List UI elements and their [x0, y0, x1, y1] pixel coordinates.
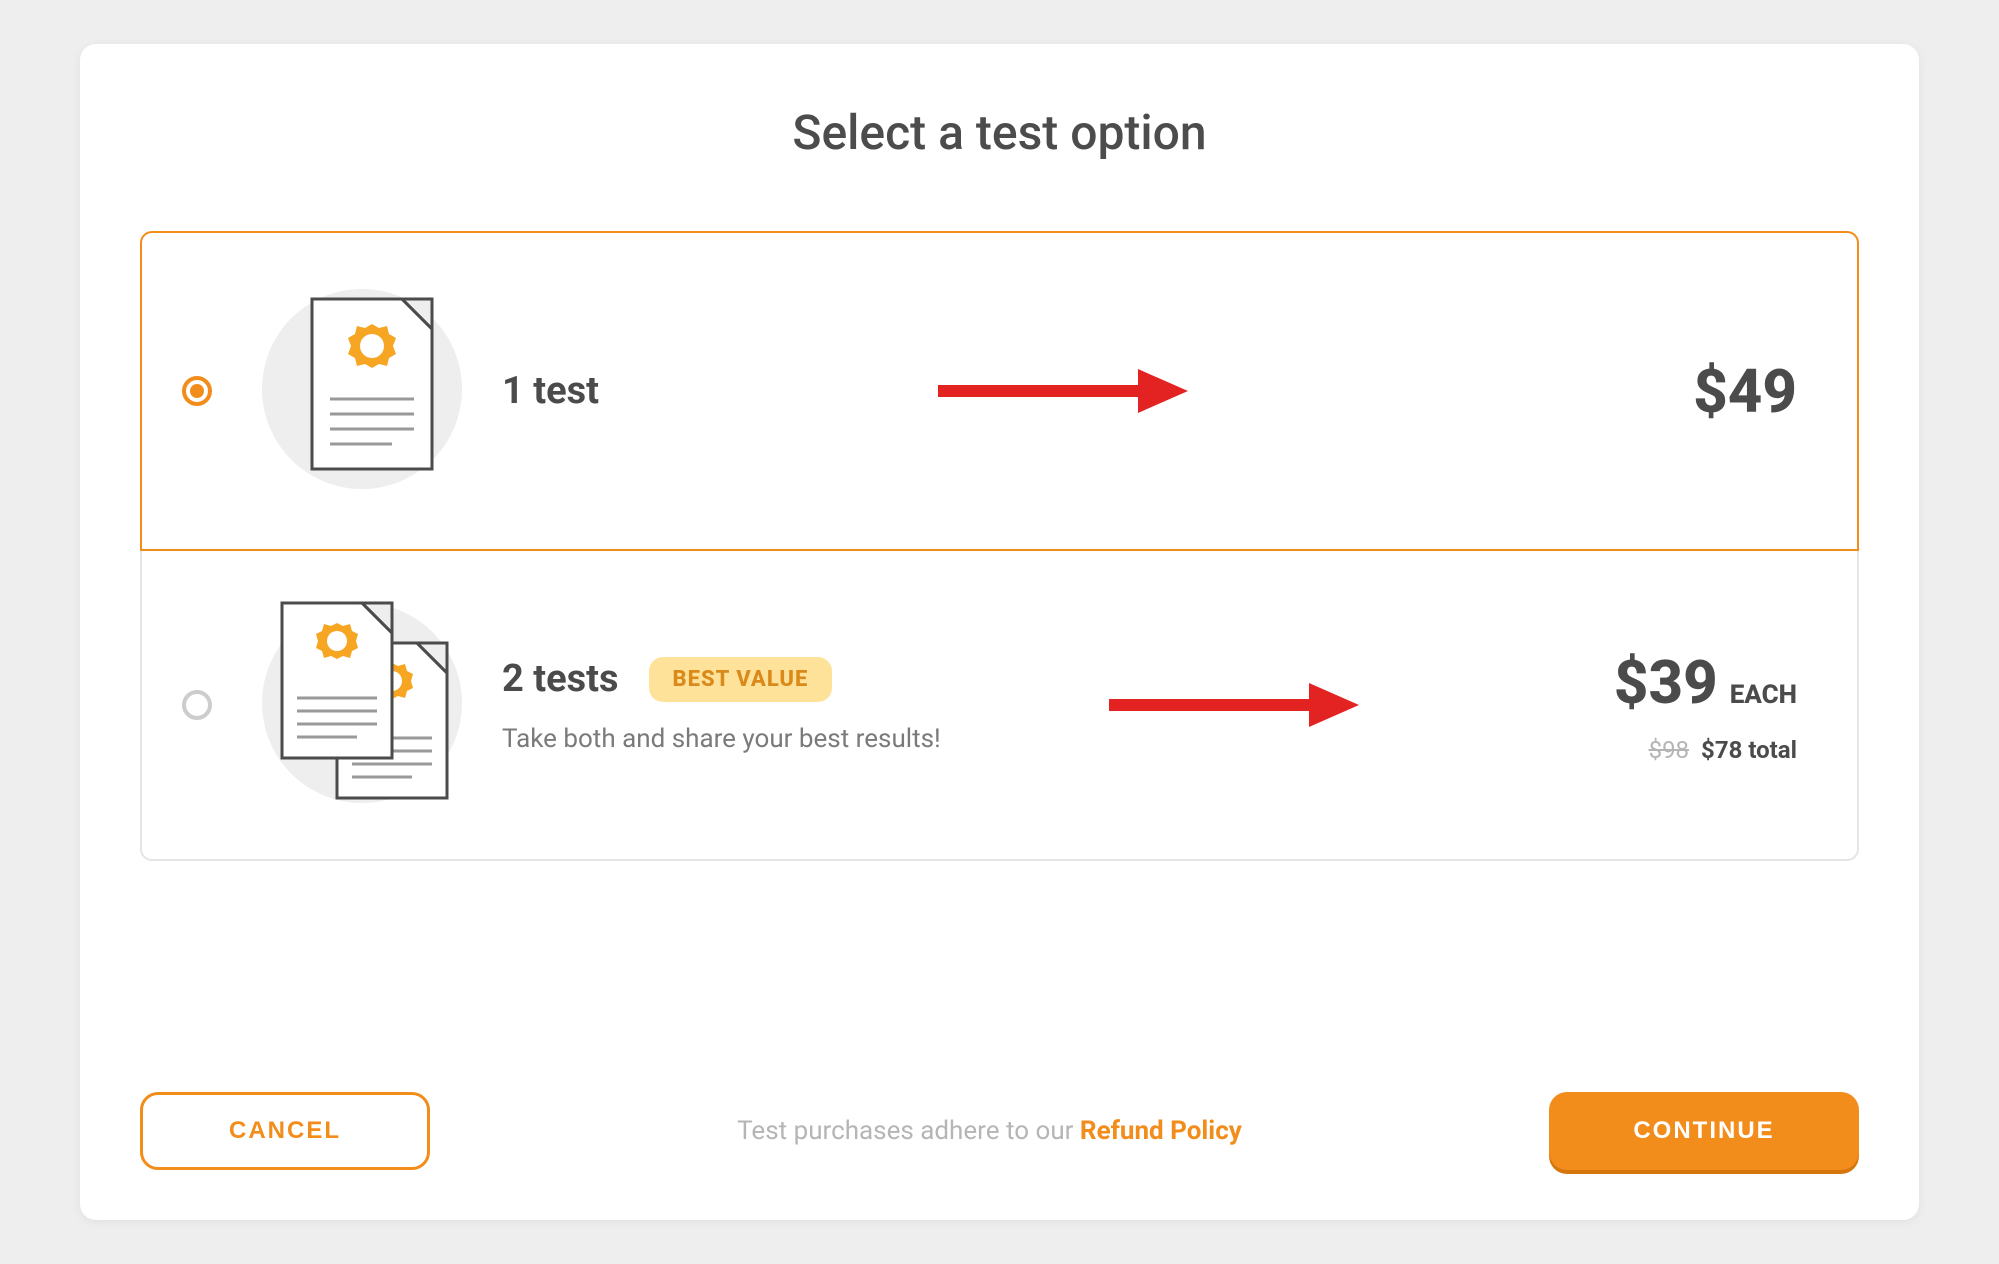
- option-2-label: 2 tests: [502, 657, 619, 701]
- radio-option-1[interactable]: [182, 376, 212, 406]
- cancel-button[interactable]: CANCEL: [140, 1092, 430, 1170]
- option-2-pricing: $39 EACH $98 $78 total: [1517, 647, 1797, 764]
- annotation-arrow-2: [941, 675, 1517, 735]
- certificate-single-icon: [252, 269, 472, 513]
- option-2-tests[interactable]: 2 tests BEST VALUE Take both and share y…: [140, 551, 1859, 861]
- refund-policy-link[interactable]: Refund Policy: [1080, 1116, 1242, 1146]
- option-1-price: $49: [1693, 356, 1797, 427]
- option-2-strike-price: $98: [1649, 736, 1689, 764]
- modal-card: Select a test option: [80, 44, 1919, 1220]
- certificate-double-icon: [252, 583, 472, 827]
- option-2-info: 2 tests BEST VALUE Take both and share y…: [502, 657, 941, 754]
- radio-option-2[interactable]: [182, 690, 212, 720]
- option-1-test[interactable]: 1 test $49: [140, 231, 1859, 551]
- option-2-price-suffix: EACH: [1730, 680, 1797, 710]
- option-2-price: $39: [1614, 647, 1718, 718]
- page-title: Select a test option: [140, 104, 1859, 161]
- option-2-price-sub: $98 $78 total: [1517, 736, 1797, 764]
- option-1-pricing: $49: [1517, 356, 1797, 427]
- option-2-total-price: $78 total: [1701, 736, 1797, 764]
- policy-prefix: Test purchases adhere to our: [737, 1116, 1080, 1146]
- continue-button[interactable]: CONTINUE: [1549, 1092, 1859, 1170]
- best-value-badge: BEST VALUE: [649, 657, 833, 702]
- option-1-label: 1 test: [502, 369, 599, 413]
- option-1-info: 1 test: [502, 369, 599, 413]
- options-container: 1 test $49: [140, 231, 1859, 1042]
- option-2-subtitle: Take both and share your best results!: [502, 724, 941, 754]
- footer: CANCEL Test purchases adhere to our Refu…: [140, 1092, 1859, 1170]
- policy-text: Test purchases adhere to our Refund Poli…: [460, 1116, 1519, 1146]
- annotation-arrow-1: [599, 361, 1517, 421]
